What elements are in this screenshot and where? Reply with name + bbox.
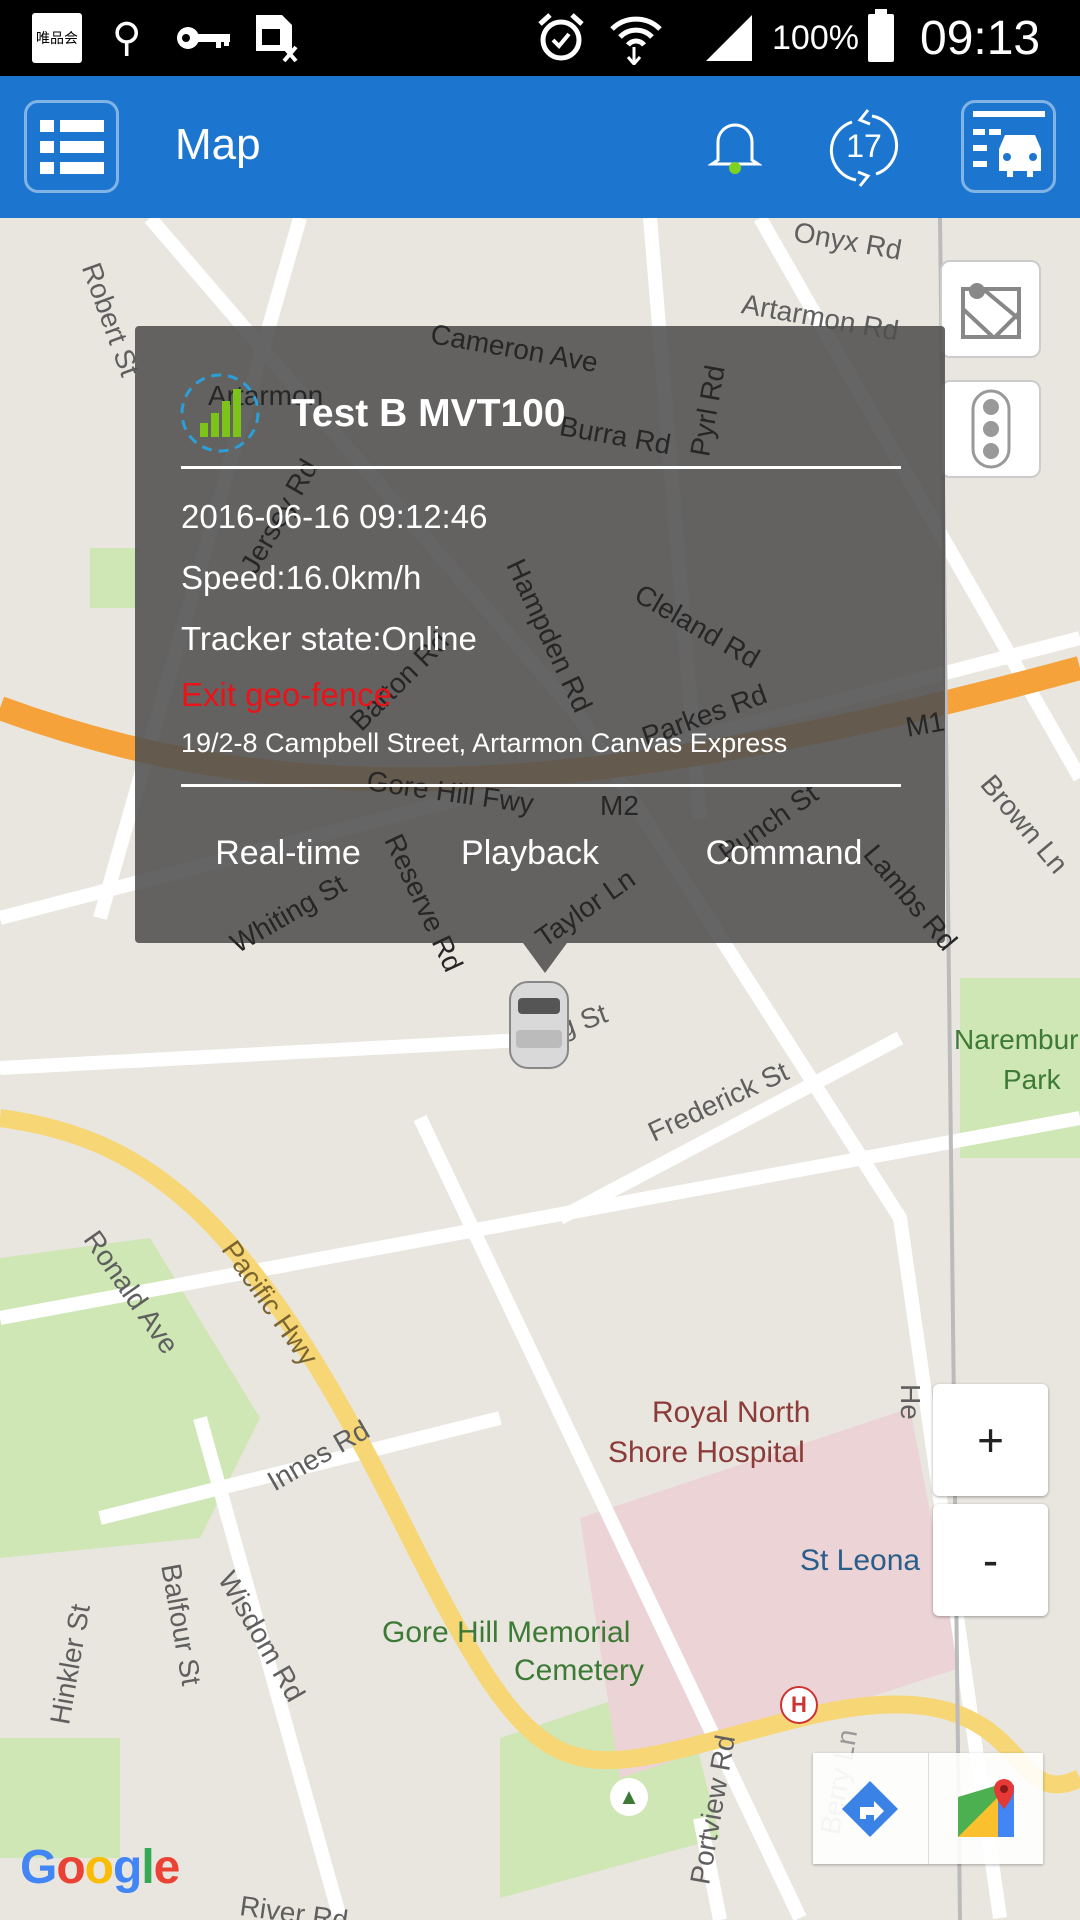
geofence-alert: Exit geo-fence [181, 676, 392, 713]
playback-button[interactable]: Playback [461, 834, 599, 873]
open-google-maps-button[interactable] [929, 1753, 1044, 1864]
battery-percent: 100% [772, 18, 859, 57]
usb-icon: ⚲ [112, 16, 142, 60]
traffic-toggle-button[interactable] [940, 380, 1041, 478]
no-sim-icon [254, 0, 300, 76]
command-button[interactable]: Command [706, 834, 863, 873]
zoom-out-button[interactable]: - [933, 1504, 1048, 1616]
google-maps-icon [957, 1778, 1014, 1837]
popup-pointer [523, 943, 567, 973]
vip-app-icon: 唯品会 [32, 0, 82, 76]
vehicle-marker[interactable] [506, 978, 572, 1075]
realtime-button[interactable]: Real-time [215, 834, 360, 873]
map-label: He [895, 1384, 926, 1420]
vpn-key-icon [176, 0, 232, 76]
vehicle-list-button[interactable] [961, 100, 1056, 193]
map-label: Naremburn [954, 1024, 1080, 1055]
zoom-in-button[interactable]: + [933, 1384, 1048, 1496]
wifi-icon [610, 0, 662, 76]
directions-icon [842, 1780, 899, 1837]
app-header: Map 17 [0, 76, 1080, 218]
refresh-countdown-button[interactable]: 17 [826, 106, 902, 190]
cemetery-icon: ▲ [610, 1778, 648, 1816]
map-label: Gore Hill Memorial [382, 1616, 631, 1649]
refresh-count: 17 [846, 128, 882, 164]
device-info-popup-content: Test B MVT100 2016-06-16 09:12:46 Speed:… [135, 326, 945, 943]
signal-strength-icon [180, 373, 260, 453]
alarm-icon [536, 0, 586, 76]
google-logo: Google [20, 1841, 180, 1894]
notification-bell-button[interactable] [707, 116, 763, 181]
car-icon [509, 981, 569, 1069]
map-type-button[interactable] [940, 260, 1041, 358]
status-bar: 唯品会 ⚲ 100% 09:13 [0, 0, 1080, 76]
bell-icon [707, 123, 763, 174]
device-name: Test B MVT100 [291, 392, 566, 435]
signal-icon [704, 0, 754, 76]
map-layer-icon [960, 283, 1021, 339]
menu-list-button[interactable] [24, 100, 119, 193]
clock: 09:13 [920, 11, 1041, 65]
map-label: Park [1003, 1064, 1061, 1095]
app-badge: 唯品会 [32, 13, 82, 63]
battery-icon [868, 0, 894, 76]
map-label: Royal North [652, 1396, 811, 1429]
tracker-state: Tracker state:Online [181, 620, 477, 657]
speed: Speed:16.0km/h [181, 559, 422, 596]
divider [181, 466, 901, 469]
address: 19/2-8 Campbell Street, Artarmon Canvas … [181, 728, 788, 758]
page-title: Map [175, 120, 261, 169]
map-toolbar [813, 1753, 1043, 1864]
traffic-light-icon [971, 389, 1010, 469]
directions-button[interactable] [813, 1753, 929, 1864]
map-label: Shore Hospital [608, 1436, 805, 1469]
list-icon [39, 119, 104, 174]
map-label: Cemetery [514, 1654, 645, 1687]
last-update-time: 2016-06-16 09:12:46 [181, 498, 488, 535]
map-label: St Leona [800, 1544, 921, 1577]
hospital-icon: H [780, 1686, 818, 1724]
divider [181, 784, 901, 787]
car-list-icon [972, 110, 1045, 177]
